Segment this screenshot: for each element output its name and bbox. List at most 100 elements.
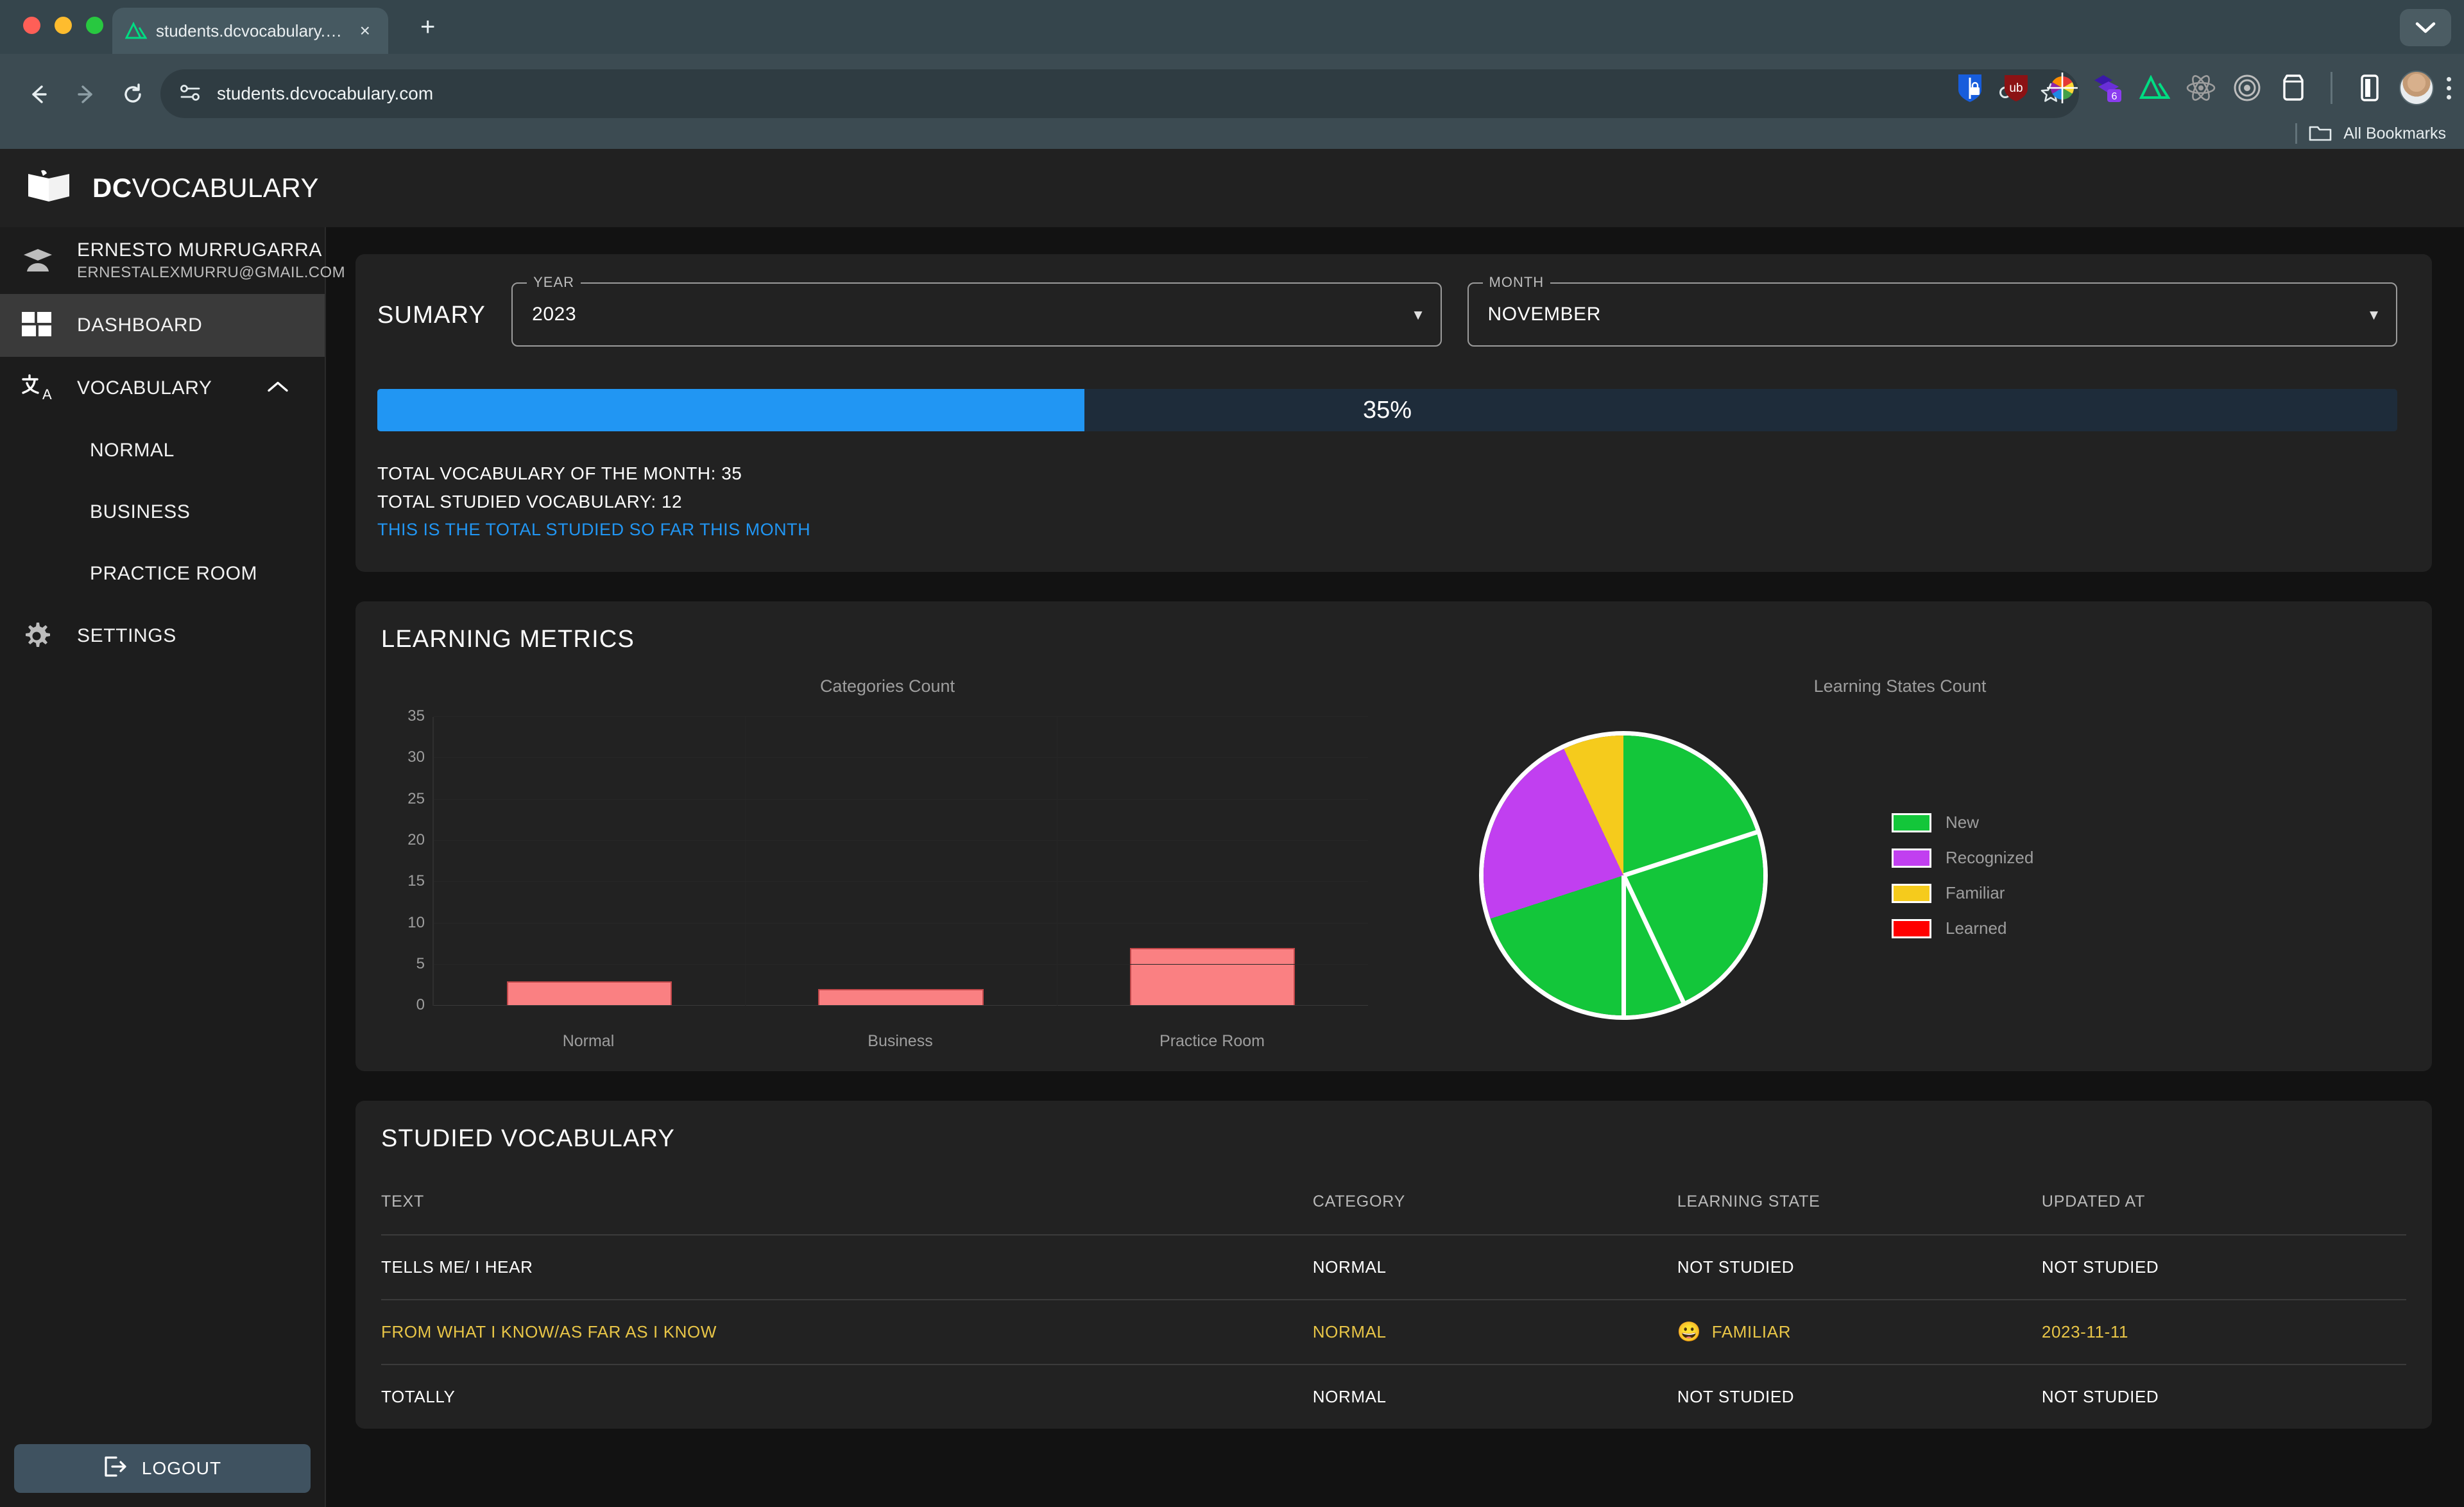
notes-extension-icon[interactable]: 6 [2092, 71, 2125, 105]
state-cell: NOT STUDIED [1677, 1257, 2042, 1277]
colorpicker-icon[interactable] [2046, 71, 2079, 105]
pie-slice-divider [1623, 830, 1757, 877]
forward-arrow-icon[interactable] [62, 71, 109, 118]
legend-label: Learned [1946, 918, 2006, 938]
pocket-icon[interactable] [2277, 71, 2310, 105]
pie-chart-legend: New Recognized Familiar Learned [1892, 813, 2033, 938]
sidebar-item-business[interactable]: BUSINESS [0, 481, 325, 543]
gridline: 30 [434, 757, 1368, 758]
legend-item[interactable]: New [1892, 813, 2033, 832]
cell-updated-at: NOT STUDIED [2042, 1235, 2406, 1300]
sidebar-item-label: BUSINESS [90, 501, 191, 523]
sidebar-item-practice-room[interactable]: PRACTICE ROOM [0, 543, 325, 605]
studied-vocabulary-card: STUDIED VOCABULARY TEXT CATEGORY LEARNIN… [355, 1101, 2432, 1429]
avatar[interactable] [2399, 71, 2434, 105]
svg-text:6: 6 [2112, 91, 2118, 102]
svg-text:ub: ub [2009, 82, 2023, 95]
cell-category: NORMAL [1313, 1365, 1677, 1429]
chevron-down-icon[interactable]: ▾ [1414, 305, 1422, 325]
gridline: 0 [434, 1005, 1368, 1006]
sidebar-item-label: NORMAL [90, 440, 175, 461]
extensions-puzzle-icon[interactable] [2353, 71, 2386, 105]
year-select[interactable]: YEAR 2023 ▾ [511, 282, 1441, 347]
vue-devtools-icon[interactable] [2230, 71, 2264, 105]
x-axis-tick-label: Normal [432, 1032, 744, 1051]
column-header-text[interactable]: TEXT [381, 1193, 1313, 1235]
sidebar-item-label: DASHBOARD [77, 314, 202, 336]
chevron-down-icon[interactable]: ▾ [2370, 305, 2378, 325]
gridline: 10 [434, 923, 1368, 924]
y-axis-tick-label: 25 [407, 790, 425, 808]
chevron-down-icon[interactable] [2400, 9, 2451, 46]
bar-business[interactable] [818, 989, 983, 1006]
sidebar-item-vocabulary[interactable]: A VOCABULARY [0, 357, 325, 420]
brand-title: DCVOCABULARY [92, 173, 319, 203]
site-settings-icon[interactable] [178, 82, 203, 106]
new-tab-button[interactable]: + [420, 14, 435, 40]
close-window-button[interactable] [23, 17, 40, 34]
reload-icon[interactable] [109, 71, 157, 118]
react-devtools-icon[interactable] [2184, 71, 2218, 105]
kebab-menu-icon[interactable] [2447, 77, 2451, 99]
bar-chart-x-labels: NormalBusinessPractice Room [432, 1032, 1368, 1051]
cell-category: NORMAL [1313, 1300, 1677, 1365]
y-axis-tick-label: 30 [407, 748, 425, 766]
summary-title: SUMARY [377, 282, 486, 329]
table-row[interactable]: TELLS ME/ I HEARNORMALNOT STUDIEDNOT STU… [381, 1235, 2406, 1300]
pie-chart-area: New Recognized Familiar Learned [1394, 705, 2406, 1046]
open-book-icon [24, 168, 73, 209]
table-row[interactable]: FROM WHAT I KNOW/AS FAR AS I KNOWNORMAL😀… [381, 1300, 2406, 1365]
month-select[interactable]: MONTH NOVEMBER ▾ [1467, 282, 2397, 347]
cell-text: TELLS ME/ I HEAR [381, 1235, 1313, 1300]
summary-note: THIS IS THE TOTAL STUDIED SO FAR THIS MO… [377, 516, 2397, 544]
column-header-category[interactable]: CATEGORY [1313, 1193, 1677, 1235]
bookmarks-divider [2295, 123, 2297, 144]
column-header-updated[interactable]: UPDATED AT [2042, 1193, 2406, 1235]
all-bookmarks-label[interactable]: All Bookmarks [2343, 125, 2446, 143]
tab-strip: students.dcvocabulary.com × + [0, 0, 2464, 54]
chevron-up-icon[interactable] [267, 381, 289, 397]
bar-chart-plot: 05101520253035 [432, 717, 1368, 1006]
close-icon[interactable]: × [355, 19, 375, 42]
nuxt-devtools-icon[interactable] [2138, 71, 2171, 105]
legend-item[interactable]: Familiar [1892, 883, 2033, 903]
browser-chrome: students.dcvocabulary.com × + [0, 0, 2464, 149]
back-arrow-icon[interactable] [14, 71, 62, 118]
sidebar-item-dashboard[interactable]: DASHBOARD [0, 294, 325, 357]
toolbar-divider [2331, 72, 2332, 104]
x-axis-tick-label: Business [744, 1032, 1056, 1051]
x-axis-tick-label: Practice Room [1056, 1032, 1368, 1051]
column-header-state[interactable]: LEARNING STATE [1677, 1193, 2042, 1235]
bar-series [434, 717, 1368, 1006]
ublock-origin-icon[interactable]: ub [1999, 71, 2033, 105]
pie-chart[interactable] [1484, 736, 1763, 1015]
legend-item[interactable]: Recognized [1892, 848, 2033, 868]
year-select-legend: YEAR [527, 274, 581, 291]
progress-bar: 35% [377, 389, 2397, 431]
legend-item[interactable]: Learned [1892, 918, 2033, 938]
table-row[interactable]: TOTALLYNORMALNOT STUDIEDNOT STUDIED [381, 1365, 2406, 1429]
y-axis-tick-label: 15 [407, 872, 425, 890]
y-axis-tick-label: 5 [416, 955, 425, 973]
sidebar-item-normal[interactable]: NORMAL [0, 420, 325, 481]
bar-normal[interactable] [507, 981, 672, 1006]
month-select-value: NOVEMBER [1488, 304, 1602, 325]
address-bar[interactable]: students.dcvocabulary.com [160, 69, 2079, 118]
y-axis-tick-label: 20 [407, 831, 425, 849]
total-vocabulary-label: TOTAL VOCABULARY OF THE MONTH: 35 [377, 460, 2397, 488]
maximize-window-button[interactable] [86, 17, 103, 34]
bitwarden-icon[interactable] [1953, 71, 1987, 105]
cell-learning-state: NOT STUDIED [1677, 1365, 2042, 1429]
minimize-window-button[interactable] [55, 17, 72, 34]
bar-practice-room[interactable] [1130, 948, 1295, 1006]
cell-text: FROM WHAT I KNOW/AS FAR AS I KNOW [381, 1300, 1313, 1365]
browser-tab[interactable]: students.dcvocabulary.com × [112, 8, 388, 54]
logout-button[interactable]: LOGOUT [14, 1444, 311, 1493]
learning-metrics-title: LEARNING METRICS [381, 626, 2406, 653]
pie-slice-divider [1621, 875, 1685, 1003]
sidebar-item-settings[interactable]: SETTINGS [0, 605, 325, 667]
year-select-value: 2023 [532, 304, 576, 325]
sidebar-user[interactable]: ERNESTO MURRUGARRA ERNESTALEXMURRU@GMAIL… [0, 227, 325, 294]
svg-text:A: A [42, 386, 52, 402]
folder-icon[interactable] [2309, 123, 2332, 145]
